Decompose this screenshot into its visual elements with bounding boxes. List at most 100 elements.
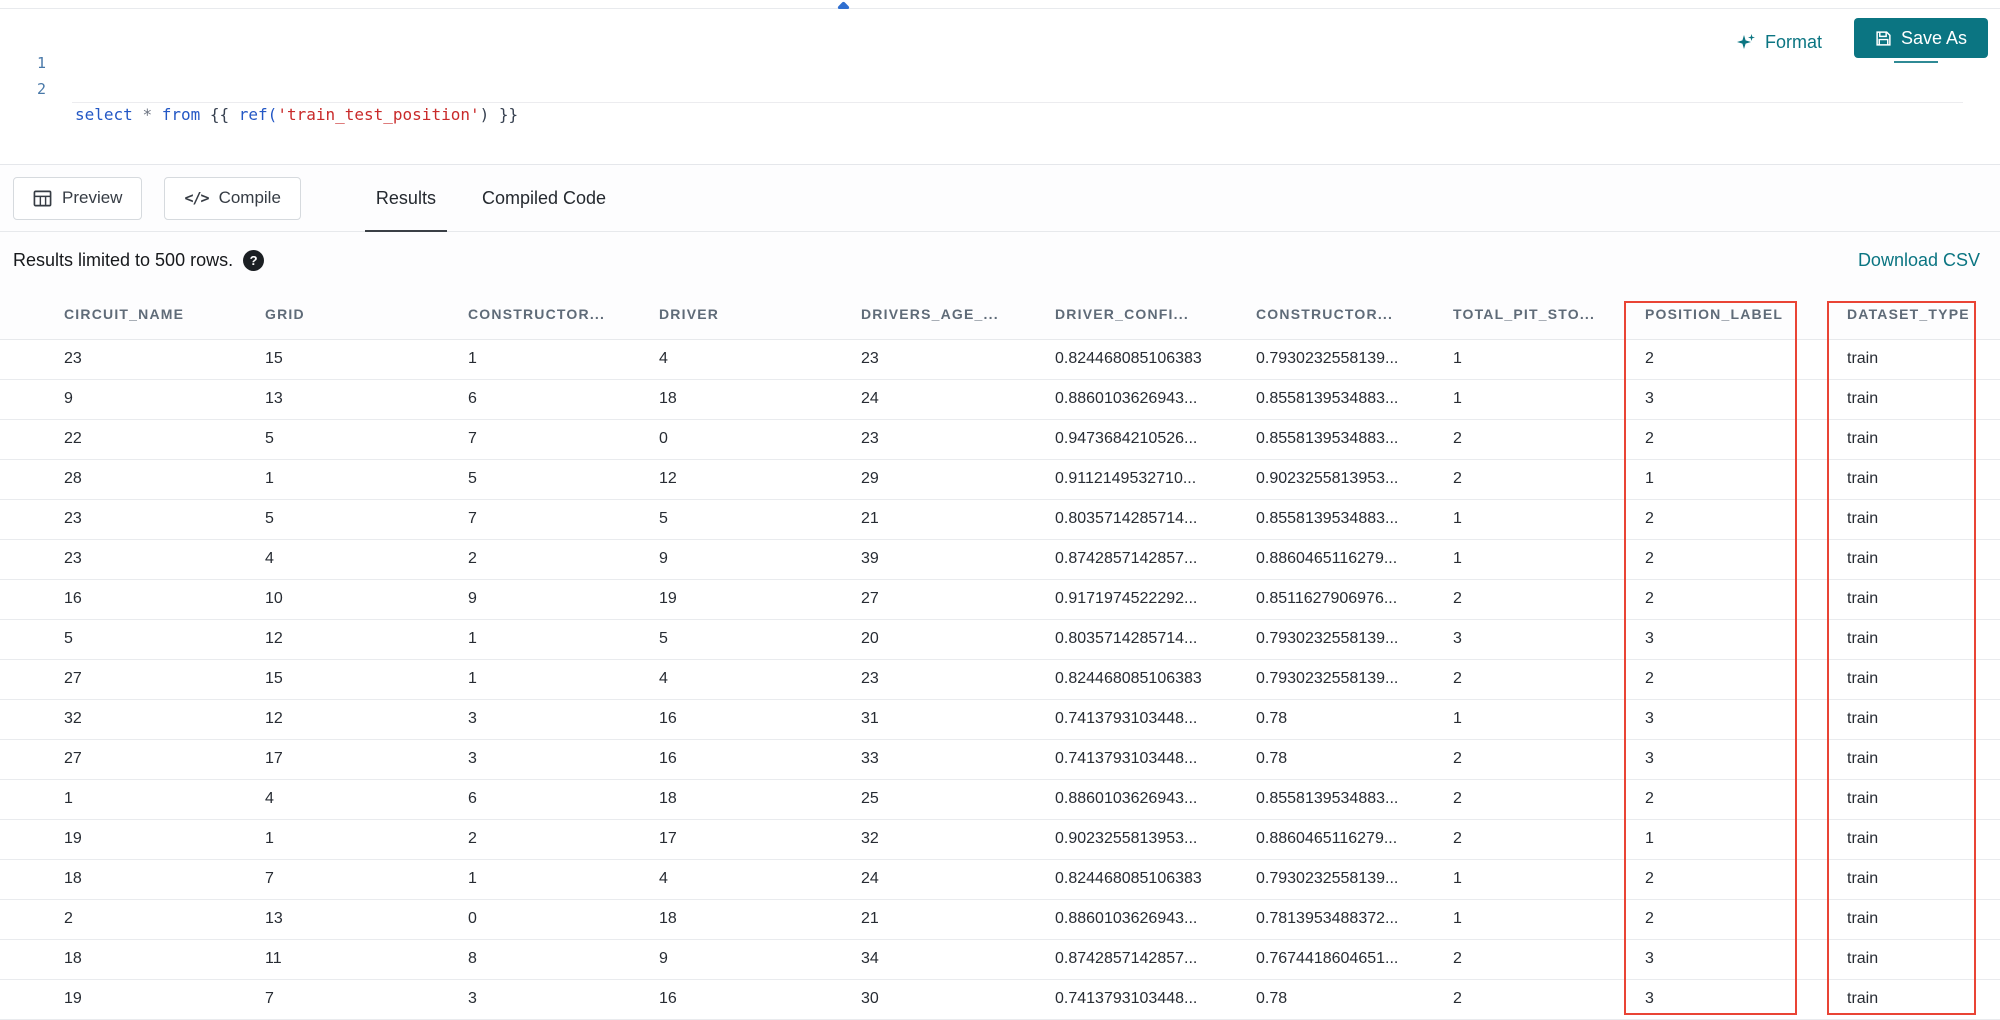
- table-cell: 39: [861, 539, 1055, 580]
- table-cell: 1: [1453, 699, 1645, 740]
- code-token: *: [142, 105, 153, 124]
- table-cell: 13: [265, 379, 468, 420]
- table-row: 27 15 1 4 23 0.824468085106383 0.7930232558139…: [0, 659, 2000, 700]
- table-row: 2 13 0 18 21 0.8860103626943... 0.781395348837…: [0, 899, 2000, 940]
- table-cell: train: [1847, 859, 2000, 900]
- table-cell: train: [1847, 579, 2000, 620]
- table-cell: 1: [1453, 339, 1645, 380]
- table-cell: 23: [861, 659, 1055, 700]
- table-cell: 34: [861, 939, 1055, 980]
- code-line-1[interactable]: select * from {{ ref('train_test_positio…: [75, 102, 518, 128]
- table-cell: 0.7813953488372...: [1256, 899, 1453, 940]
- table-cell: 27: [0, 659, 265, 700]
- table-cell: 2: [1645, 419, 1847, 460]
- table-cell: 4: [265, 539, 468, 580]
- results-table: CIRCUIT_NAME GRID CONSTRUCTOR... DRIVER DRIV…: [0, 289, 2000, 1020]
- table-row: 5 12 1 5 20 0.8035714285714... 0.7930232558139…: [0, 619, 2000, 660]
- table-cell: train: [1847, 379, 2000, 420]
- table-cell: train: [1847, 939, 2000, 980]
- editor-code[interactable]: select * from {{ ref('train_test_positio…: [75, 50, 518, 180]
- table-cell: 17: [659, 819, 861, 860]
- table-cell: 23: [0, 499, 265, 540]
- table-cell: 2: [1645, 579, 1847, 620]
- table-cell: 31: [861, 699, 1055, 740]
- table-cell: train: [1847, 419, 2000, 460]
- table-cell: 18: [659, 779, 861, 820]
- table-cell: 2: [0, 899, 265, 940]
- table-cell: 5: [265, 419, 468, 460]
- table-cell: 2: [1453, 939, 1645, 980]
- table-cell: 32: [861, 819, 1055, 860]
- table-row: 1 4 6 18 25 0.8860103626943... 0.8558139534883…: [0, 779, 2000, 820]
- table-cell: 4: [659, 339, 861, 380]
- table-cell: train: [1847, 659, 2000, 700]
- table-cell: 3: [1645, 739, 1847, 780]
- table-row: 32 12 3 16 31 0.7413793103448... 0.78 1 3 train: [0, 699, 2000, 740]
- table-cell: 0.8558139534883...: [1256, 419, 1453, 460]
- table-cell: 28: [0, 459, 265, 500]
- table-row: 23 15 1 4 23 0.824468085106383 0.7930232558139…: [0, 339, 2000, 380]
- table-cell: 2: [1453, 659, 1645, 700]
- column-header: GRID: [265, 289, 468, 340]
- preview-label: Preview: [62, 188, 123, 207]
- table-cell: 0: [468, 899, 659, 940]
- format-button[interactable]: Format: [1736, 26, 1822, 58]
- table-cell: 16: [659, 699, 861, 740]
- results-info-bar: Results limited to 500 rows. ? Download …: [0, 232, 2000, 289]
- table-cell: 0: [659, 419, 861, 460]
- compile-button[interactable]: </> Compile: [164, 176, 301, 220]
- table-cell: 0.8035714285714...: [1055, 619, 1256, 660]
- teal-underline-artifact: [1894, 61, 1938, 63]
- table-cell: 0.8742857142857...: [1055, 539, 1256, 580]
- table-cell: 0.78: [1256, 739, 1453, 780]
- table-cell: train: [1847, 539, 2000, 580]
- table-cell: 0.8035714285714...: [1055, 499, 1256, 540]
- table-cell: 32: [0, 699, 265, 740]
- table-cell: 2: [1453, 779, 1645, 820]
- table-cell: 2: [1453, 419, 1645, 460]
- table-cell: 12: [265, 619, 468, 660]
- code-token: 'train_test_position': [277, 105, 480, 124]
- results-tabs: Results Compiled Code: [353, 165, 629, 232]
- table-cell: 1: [1453, 539, 1645, 580]
- table-cell: 23: [0, 539, 265, 580]
- table-cell: 6: [468, 379, 659, 420]
- download-csv-link[interactable]: Download CSV: [1858, 250, 1980, 271]
- table-row: 19 7 3 16 30 0.7413793103448... 0.78 2 3 train: [0, 979, 2000, 1020]
- tab-results[interactable]: Results: [353, 165, 459, 232]
- table-cell: 18: [0, 939, 265, 980]
- table-cell: 5: [0, 619, 265, 660]
- table-cell: 4: [265, 779, 468, 820]
- table-cell: 1: [1453, 899, 1645, 940]
- column-header: CIRCUIT_NAME: [0, 289, 265, 340]
- column-header: DRIVER_CONFI...: [1055, 289, 1256, 340]
- table-cell: 20: [861, 619, 1055, 660]
- table-cell: 0.8558139534883...: [1256, 779, 1453, 820]
- table-cell: 2: [1645, 779, 1847, 820]
- table-cell: 9: [0, 379, 265, 420]
- preview-button[interactable]: Preview: [13, 176, 143, 220]
- help-icon[interactable]: ?: [243, 250, 265, 271]
- table-cell: 10: [265, 579, 468, 620]
- table-cell: 3: [1645, 979, 1847, 1020]
- table-cell: 25: [861, 779, 1055, 820]
- table-row: 23 5 7 5 21 0.8035714285714... 0.8558139534883…: [0, 499, 2000, 540]
- column-header: DRIVER: [659, 289, 861, 340]
- tab-bar-edge: [0, 0, 2000, 14]
- table-row: 23 4 2 9 39 0.8742857142857... 0.8860465116279…: [0, 539, 2000, 580]
- code-token: select: [75, 105, 133, 124]
- column-header: POSITION_LABEL: [1645, 289, 1847, 340]
- code-token: ) }}: [479, 105, 519, 124]
- save-as-button[interactable]: Save As: [1854, 18, 1988, 58]
- column-header: TOTAL_PIT_STO...: [1453, 289, 1645, 340]
- sql-editor-panel: 1 2 select * from {{ ref('train_test_pos…: [0, 9, 2000, 165]
- table-cell: train: [1847, 499, 2000, 540]
- table-cell: 5: [659, 499, 861, 540]
- table-cell: 8: [468, 939, 659, 980]
- table-cell: 0.7930232558139...: [1256, 859, 1453, 900]
- table-cell: 16: [0, 579, 265, 620]
- table-cell: 19: [0, 979, 265, 1020]
- tab-compiled-code[interactable]: Compiled Code: [459, 165, 629, 231]
- column-header: DRIVERS_AGE_...: [861, 289, 1055, 340]
- table-cell: 9: [659, 939, 861, 980]
